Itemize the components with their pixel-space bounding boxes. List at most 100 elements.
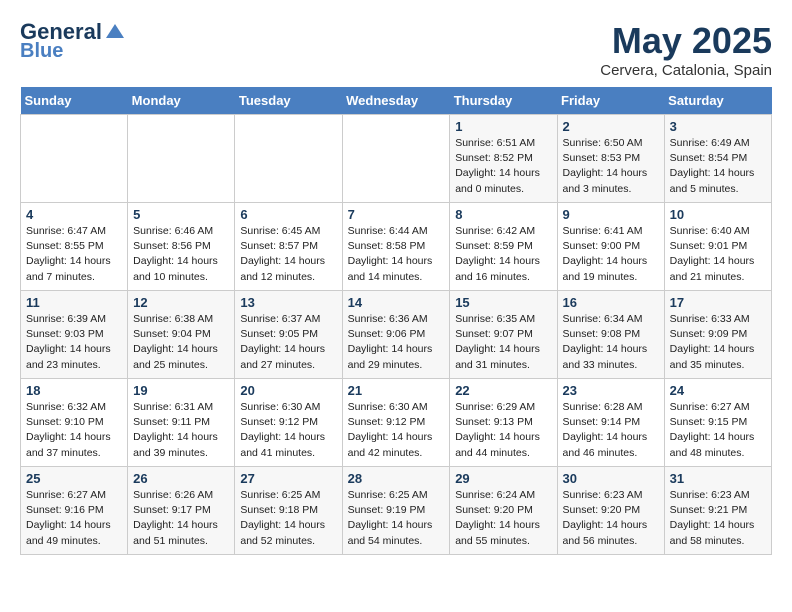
- day-info: Sunrise: 6:26 AM Sunset: 9:17 PM Dayligh…: [133, 488, 229, 549]
- calendar-cell: 20Sunrise: 6:30 AM Sunset: 9:12 PM Dayli…: [235, 379, 342, 467]
- calendar-cell: 5 Sunrise: 6:46 AM Sunset: 8:56 PM Daylig…: [128, 203, 235, 291]
- day-number: 5: [133, 207, 229, 222]
- col-header-thursday: Thursday: [450, 87, 557, 115]
- day-number: 3: [670, 119, 766, 134]
- day-number: 17: [670, 295, 766, 310]
- day-number: 21: [348, 383, 445, 398]
- calendar-cell: 1 Sunrise: 6:51 AM Sunset: 8:52 PM Daylig…: [450, 115, 557, 203]
- day-number: 12: [133, 295, 229, 310]
- day-number: 14: [348, 295, 445, 310]
- calendar-cell: 26 Sunrise: 6:26 AM Sunset: 9:17 PM Dayli…: [128, 467, 235, 555]
- day-number: 6: [240, 207, 336, 222]
- day-info: Sunrise: 6:33 AM Sunset: 9:09 PM Dayligh…: [670, 312, 766, 373]
- day-number: 27: [240, 471, 336, 486]
- calendar-cell: 16Sunrise: 6:34 AM Sunset: 9:08 PM Dayli…: [557, 291, 664, 379]
- day-info: Sunrise: 6:27 AM Sunset: 9:15 PM Dayligh…: [670, 400, 766, 461]
- day-number: 9: [563, 207, 659, 222]
- day-info: Sunrise: 6:23 AM Sunset: 9:21 PM Dayligh…: [670, 488, 766, 549]
- day-info: Sunrise: 6:32 AM Sunset: 9:10 PM Dayligh…: [26, 400, 122, 461]
- calendar-cell: 21 Sunrise: 6:30 AM Sunset: 9:12 PM Dayli…: [342, 379, 450, 467]
- day-info: Sunrise: 6:25 AM Sunset: 9:18 PM Dayligh…: [240, 488, 336, 549]
- day-number: 11: [26, 295, 122, 310]
- calendar-cell: 24 Sunrise: 6:27 AM Sunset: 9:15 PM Dayli…: [664, 379, 771, 467]
- calendar-cell: 6Sunrise: 6:45 AM Sunset: 8:57 PM Daylig…: [235, 203, 342, 291]
- day-info: Sunrise: 6:28 AM Sunset: 9:14 PM Dayligh…: [563, 400, 659, 461]
- calendar-cell: 27 Sunrise: 6:25 AM Sunset: 9:18 PM Dayli…: [235, 467, 342, 555]
- calendar-cell: 31 Sunrise: 6:23 AM Sunset: 9:21 PM Dayli…: [664, 467, 771, 555]
- calendar-cell: 29Sunrise: 6:24 AM Sunset: 9:20 PM Dayli…: [450, 467, 557, 555]
- day-info: Sunrise: 6:38 AM Sunset: 9:04 PM Dayligh…: [133, 312, 229, 373]
- day-info: Sunrise: 6:46 AM Sunset: 8:56 PM Dayligh…: [133, 224, 229, 285]
- day-info: Sunrise: 6:35 AM Sunset: 9:07 PM Dayligh…: [455, 312, 551, 373]
- day-info: Sunrise: 6:23 AM Sunset: 9:20 PM Dayligh…: [563, 488, 659, 549]
- day-info: Sunrise: 6:39 AM Sunset: 9:03 PM Dayligh…: [26, 312, 122, 373]
- col-header-tuesday: Tuesday: [235, 87, 342, 115]
- logo: General Blue: [20, 20, 126, 62]
- day-info: Sunrise: 6:27 AM Sunset: 9:16 PM Dayligh…: [26, 488, 122, 549]
- calendar-cell: [21, 115, 128, 203]
- day-info: Sunrise: 6:40 AM Sunset: 9:01 PM Dayligh…: [670, 224, 766, 285]
- day-number: 20: [240, 383, 336, 398]
- calendar-cell: 7 Sunrise: 6:44 AM Sunset: 8:58 PM Daylig…: [342, 203, 450, 291]
- calendar-cell: 15 Sunrise: 6:35 AM Sunset: 9:07 PM Dayli…: [450, 291, 557, 379]
- day-info: Sunrise: 6:44 AM Sunset: 8:58 PM Dayligh…: [348, 224, 445, 285]
- calendar-cell: 19Sunrise: 6:31 AM Sunset: 9:11 PM Dayli…: [128, 379, 235, 467]
- calendar-table: SundayMondayTuesdayWednesdayThursdayFrid…: [20, 87, 772, 555]
- month-title: May 2025: [600, 20, 772, 62]
- day-number: 19: [133, 383, 229, 398]
- day-info: Sunrise: 6:37 AM Sunset: 9:05 PM Dayligh…: [240, 312, 336, 373]
- day-info: Sunrise: 6:51 AM Sunset: 8:52 PM Dayligh…: [455, 136, 551, 197]
- day-number: 10: [670, 207, 766, 222]
- day-number: 26: [133, 471, 229, 486]
- calendar-cell: 14 Sunrise: 6:36 AM Sunset: 9:06 PM Dayli…: [342, 291, 450, 379]
- day-info: Sunrise: 6:49 AM Sunset: 8:54 PM Dayligh…: [670, 136, 766, 197]
- calendar-cell: 9 Sunrise: 6:41 AM Sunset: 9:00 PM Daylig…: [557, 203, 664, 291]
- day-number: 16: [563, 295, 659, 310]
- page-header: General Blue May 2025 Cervera, Catalonia…: [20, 20, 772, 79]
- calendar-cell: 4 Sunrise: 6:47 AM Sunset: 8:55 PM Daylig…: [21, 203, 128, 291]
- day-number: 31: [670, 471, 766, 486]
- day-info: Sunrise: 6:41 AM Sunset: 9:00 PM Dayligh…: [563, 224, 659, 285]
- day-info: Sunrise: 6:36 AM Sunset: 9:06 PM Dayligh…: [348, 312, 445, 373]
- day-number: 23: [563, 383, 659, 398]
- calendar-cell: 25Sunrise: 6:27 AM Sunset: 9:16 PM Dayli…: [21, 467, 128, 555]
- day-number: 4: [26, 207, 122, 222]
- calendar-cell: 2 Sunrise: 6:50 AM Sunset: 8:53 PM Daylig…: [557, 115, 664, 203]
- day-number: 1: [455, 119, 551, 134]
- calendar-cell: 17 Sunrise: 6:33 AM Sunset: 9:09 PM Dayli…: [664, 291, 771, 379]
- day-info: Sunrise: 6:42 AM Sunset: 8:59 PM Dayligh…: [455, 224, 551, 285]
- logo-icon: [104, 20, 126, 42]
- calendar-cell: [128, 115, 235, 203]
- title-block: May 2025 Cervera, Catalonia, Spain: [600, 20, 772, 79]
- day-number: 13: [240, 295, 336, 310]
- calendar-cell: [342, 115, 450, 203]
- day-info: Sunrise: 6:30 AM Sunset: 9:12 PM Dayligh…: [348, 400, 445, 461]
- day-number: 7: [348, 207, 445, 222]
- calendar-cell: 8 Sunrise: 6:42 AM Sunset: 8:59 PM Daylig…: [450, 203, 557, 291]
- calendar-cell: [235, 115, 342, 203]
- calendar-cell: 12 Sunrise: 6:38 AM Sunset: 9:04 PM Dayli…: [128, 291, 235, 379]
- day-info: Sunrise: 6:50 AM Sunset: 8:53 PM Dayligh…: [563, 136, 659, 197]
- location: Cervera, Catalonia, Spain: [600, 62, 772, 79]
- calendar-cell: 11 Sunrise: 6:39 AM Sunset: 9:03 PM Dayli…: [21, 291, 128, 379]
- calendar-cell: 28 Sunrise: 6:25 AM Sunset: 9:19 PM Dayli…: [342, 467, 450, 555]
- calendar-cell: 23 Sunrise: 6:28 AM Sunset: 9:14 PM Dayli…: [557, 379, 664, 467]
- day-number: 8: [455, 207, 551, 222]
- day-info: Sunrise: 6:24 AM Sunset: 9:20 PM Dayligh…: [455, 488, 551, 549]
- col-header-friday: Friday: [557, 87, 664, 115]
- day-info: Sunrise: 6:47 AM Sunset: 8:55 PM Dayligh…: [26, 224, 122, 285]
- col-header-monday: Monday: [128, 87, 235, 115]
- day-number: 24: [670, 383, 766, 398]
- day-number: 15: [455, 295, 551, 310]
- col-header-saturday: Saturday: [664, 87, 771, 115]
- calendar-cell: 30Sunrise: 6:23 AM Sunset: 9:20 PM Dayli…: [557, 467, 664, 555]
- col-header-sunday: Sunday: [21, 87, 128, 115]
- calendar-cell: 18Sunrise: 6:32 AM Sunset: 9:10 PM Dayli…: [21, 379, 128, 467]
- day-number: 2: [563, 119, 659, 134]
- day-number: 28: [348, 471, 445, 486]
- day-info: Sunrise: 6:25 AM Sunset: 9:19 PM Dayligh…: [348, 488, 445, 549]
- day-info: Sunrise: 6:29 AM Sunset: 9:13 PM Dayligh…: [455, 400, 551, 461]
- col-header-wednesday: Wednesday: [342, 87, 450, 115]
- calendar-cell: 22Sunrise: 6:29 AM Sunset: 9:13 PM Dayli…: [450, 379, 557, 467]
- calendar-cell: 3 Sunrise: 6:49 AM Sunset: 8:54 PM Daylig…: [664, 115, 771, 203]
